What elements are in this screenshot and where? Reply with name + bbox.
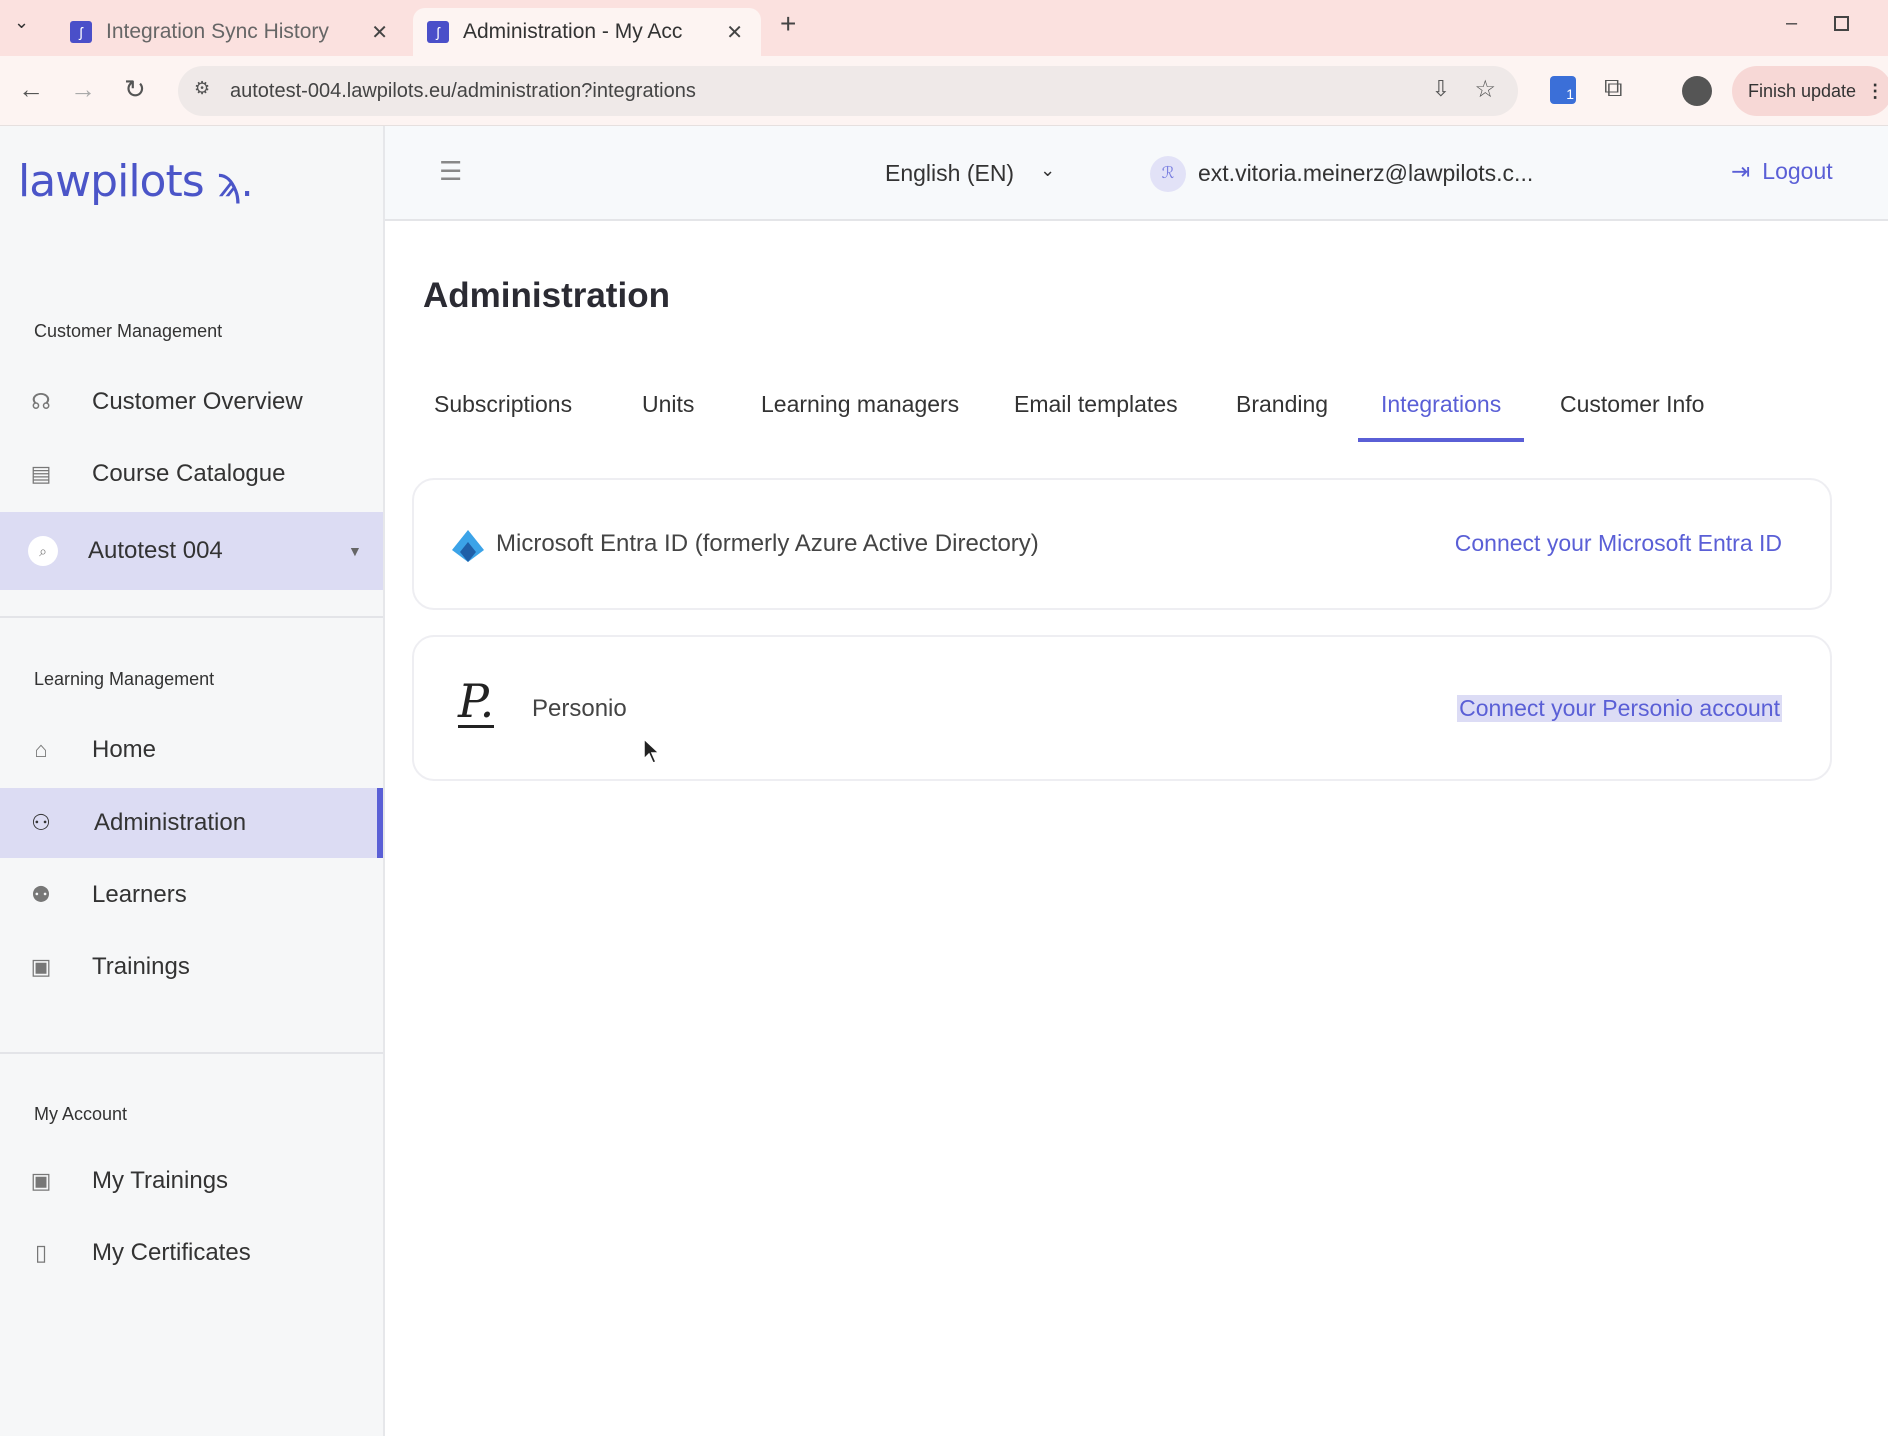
- tab-subscriptions[interactable]: Subscriptions: [434, 391, 572, 441]
- logout-button[interactable]: ⇥ Logout: [1731, 158, 1833, 185]
- minimize-icon[interactable]: –: [1786, 12, 1797, 35]
- collapse-sidebar-icon[interactable]: ☰: [439, 156, 462, 187]
- training-icon: ▣: [30, 954, 52, 979]
- user-email[interactable]: ext.vitoria.meinerz@lawpilots.c...: [1198, 160, 1533, 187]
- reload-icon[interactable]: ↻: [124, 74, 146, 105]
- integration-card-microsoft-entra: Microsoft Entra ID (formerly Azure Activ…: [412, 478, 1832, 610]
- profile-avatar[interactable]: [1682, 76, 1712, 106]
- new-tab-icon[interactable]: +: [780, 8, 796, 40]
- tab-list-chevron-icon[interactable]: ⌄: [14, 12, 29, 33]
- section-title-learning-management: Learning Management: [34, 669, 215, 689]
- lawpilots-favicon-icon: ʃ: [427, 21, 449, 43]
- language-select[interactable]: English (EN) ⌄: [885, 160, 1055, 187]
- browser-tab-administration[interactable]: ʃ Administration - My Acc ✕: [413, 8, 761, 56]
- microsoft-entra-logo-icon: [452, 530, 484, 562]
- sidebar-item-administration[interactable]: ⚇ Administration: [0, 788, 383, 858]
- lawpilots-favicon-icon: ʃ: [70, 21, 92, 43]
- connect-microsoft-entra-link[interactable]: Connect your Microsoft Entra ID: [1455, 530, 1782, 557]
- users-icon: ⚉: [31, 882, 51, 907]
- more-menu-icon[interactable]: ⋮: [1866, 81, 1884, 102]
- logo-wave-icon: ϡ.: [216, 160, 254, 206]
- close-tab-icon[interactable]: ✕: [371, 20, 388, 45]
- tab-branding[interactable]: Branding: [1236, 391, 1328, 441]
- sidebar-item-learners[interactable]: ⚉ Learners: [0, 860, 383, 930]
- main-content: Administration Subscriptions Units Learn…: [385, 221, 1888, 1436]
- sidebar-item-home[interactable]: ⌂ Home: [0, 715, 383, 785]
- back-icon[interactable]: ←: [18, 74, 44, 105]
- address-bar[interactable]: ⚙ autotest-004.lawpilots.eu/administrati…: [178, 66, 1518, 116]
- browser-tab-bar: ⌄ ʃ Integration Sync History ✕ ʃ Adminis…: [0, 0, 1888, 56]
- divider: [0, 1052, 383, 1054]
- page-title: Administration: [423, 276, 670, 315]
- finish-update-button[interactable]: Finish update ⋮: [1732, 66, 1888, 116]
- section-title-my-account: My Account: [34, 1104, 128, 1124]
- chevron-down-icon: ⌄: [1040, 160, 1056, 180]
- integration-card-personio: P. Personio Connect your Personio accoun…: [412, 635, 1832, 781]
- sidebar: lawpilots ϡ. Customer Management ☊ Custom…: [0, 126, 385, 1436]
- browser-tab-integration-sync-history[interactable]: ʃ Integration Sync History ✕: [56, 8, 406, 56]
- divider: [0, 616, 383, 618]
- dropdown-caret-icon[interactable]: ▼: [348, 543, 362, 559]
- home-icon: ⌂: [34, 737, 48, 762]
- tab-learning-managers[interactable]: Learning managers: [761, 391, 959, 441]
- admin-tabs: Subscriptions Units Learning managers Em…: [385, 391, 1888, 442]
- sidebar-item-trainings[interactable]: ▣ Trainings: [0, 932, 383, 1002]
- certificate-icon: ▯: [34, 1240, 48, 1265]
- sidebar-item-course-catalogue[interactable]: ▤ Course Catalogue: [0, 439, 383, 509]
- browser-toolbar: ← → ↻ ⚙ autotest-004.lawpilots.eu/admini…: [0, 56, 1888, 126]
- logout-icon: ⇥: [1731, 158, 1751, 184]
- tab-units[interactable]: Units: [642, 391, 694, 441]
- tab-integrations[interactable]: Integrations: [1358, 391, 1525, 442]
- sidebar-item-my-trainings[interactable]: ▣ My Trainings: [0, 1146, 383, 1216]
- app-header: ☰ English (EN) ⌄ ℛ ext.vitoria.meinerz@la…: [385, 126, 1888, 221]
- admin-user-icon: ⚇: [31, 810, 51, 835]
- customer-selector[interactable]: ⌕ Autotest 004 ▼: [0, 512, 383, 590]
- install-app-icon[interactable]: ⇩: [1432, 76, 1450, 102]
- tab-email-templates[interactable]: Email templates: [1014, 391, 1178, 441]
- mouse-cursor-icon: [643, 737, 661, 764]
- bookmark-star-icon[interactable]: ☆: [1474, 75, 1496, 104]
- training-icon: ▣: [30, 1168, 52, 1193]
- search-icon: ⌕: [28, 536, 58, 566]
- close-tab-icon[interactable]: ✕: [726, 20, 743, 45]
- user-avatar-icon[interactable]: ℛ: [1150, 156, 1186, 192]
- forward-icon[interactable]: →: [70, 74, 96, 105]
- sidebar-item-customer-overview[interactable]: ☊ Customer Overview: [0, 367, 383, 437]
- section-title-customer-management: Customer Management: [34, 321, 223, 341]
- connect-personio-link[interactable]: Connect your Personio account: [1457, 695, 1782, 722]
- extensions-puzzle-icon[interactable]: ⧉: [1604, 72, 1623, 104]
- book-icon: ▤: [30, 461, 52, 486]
- maximize-icon[interactable]: [1834, 16, 1849, 31]
- extension-icon[interactable]: 1: [1550, 76, 1576, 104]
- site-settings-icon[interactable]: ⚙: [194, 78, 210, 99]
- tab-customer-info[interactable]: Customer Info: [1560, 391, 1704, 441]
- lawpilots-logo[interactable]: lawpilots ϡ.: [18, 156, 254, 207]
- personio-logo-icon: P.: [458, 674, 495, 728]
- sidebar-item-my-certificates[interactable]: ▯ My Certificates: [0, 1218, 383, 1288]
- headset-icon: ☊: [31, 389, 51, 414]
